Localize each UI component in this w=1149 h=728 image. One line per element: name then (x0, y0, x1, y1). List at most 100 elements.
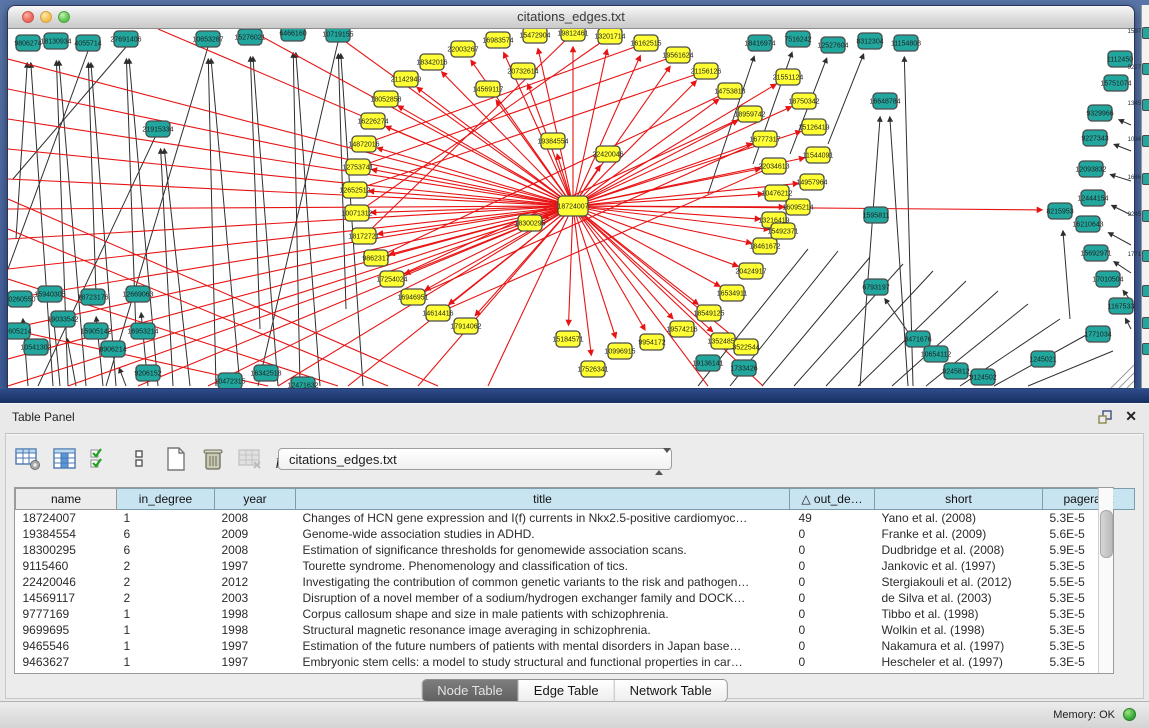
network-edge[interactable] (8, 206, 573, 329)
network-edge[interactable] (828, 54, 864, 144)
close-panel-icon[interactable]: ✕ (1125, 408, 1137, 424)
window-resize-grip[interactable] (1111, 365, 1134, 388)
network-node[interactable] (1142, 210, 1149, 222)
table-row[interactable]: 1456911722003Disruption of a novel membe… (16, 590, 1135, 606)
cell-pagerank[interactable]: 5.9E-5 (1043, 542, 1135, 558)
network-edge[interactable] (1063, 231, 1070, 319)
cell-year[interactable]: 2012 (215, 574, 296, 590)
column-header-in_degree[interactable]: in_degree (117, 489, 215, 510)
cell-title[interactable]: Estimation of significance thresholds fo… (296, 542, 790, 558)
cell-name[interactable]: 18724007 (16, 510, 117, 527)
cell-short[interactable]: Franke et al. (2009) (875, 526, 1043, 542)
cell-name[interactable]: 9465546 (16, 638, 117, 654)
select-all-columns-icon[interactable] (88, 446, 116, 472)
cell-year[interactable]: 2008 (215, 510, 296, 527)
network-node[interactable] (1142, 285, 1149, 297)
cell-pagerank[interactable]: 5.3E-5 (1043, 510, 1135, 527)
network-edge[interactable] (208, 59, 216, 386)
network-edge[interactable] (211, 59, 240, 386)
cell-out_degree[interactable]: 0 (790, 574, 875, 590)
cell-short[interactable]: de Silva et al. (2003) (875, 590, 1043, 606)
column-header-title[interactable]: title (296, 489, 790, 510)
network-edge[interactable] (67, 339, 76, 386)
cell-short[interactable]: Hescheler et al. (1997) (875, 654, 1043, 670)
scrollbar-thumb[interactable] (1100, 510, 1113, 558)
cell-in_degree[interactable]: 2 (117, 558, 215, 574)
cell-title[interactable]: Estimation of the future numbers of pati… (296, 638, 790, 654)
network-graph[interactable]: 1805285816226274148720161275374112652512… (8, 29, 1134, 388)
network-edge[interactable] (573, 206, 645, 330)
tab-edge-table[interactable]: Edge Table (519, 680, 615, 701)
network-edge[interactable] (296, 53, 320, 386)
cell-title[interactable]: Structural magnetic resonance image aver… (296, 622, 790, 638)
cell-year[interactable]: 1997 (215, 558, 296, 574)
cell-year[interactable]: 1997 (215, 638, 296, 654)
show-column-icon[interactable] (51, 446, 79, 472)
cell-year[interactable]: 1998 (215, 606, 296, 622)
network-edge[interactable] (31, 63, 53, 386)
table-row[interactable]: 977716911998Corpus callosum shape and si… (16, 606, 1135, 622)
delete-table-icon[interactable] (236, 446, 264, 472)
cell-in_degree[interactable]: 1 (117, 606, 215, 622)
network-canvas[interactable]: 1805285816226274148720161275374112652512… (8, 29, 1134, 388)
network-edge[interactable] (338, 54, 346, 309)
cell-in_degree[interactable]: 6 (117, 542, 215, 558)
network-edge[interactable] (377, 148, 573, 206)
network-node[interactable] (1142, 173, 1149, 185)
table-row[interactable]: 2242004622012Investigating the contribut… (16, 574, 1135, 590)
network-node[interactable] (1142, 135, 1149, 147)
column-header-pagerank[interactable]: pagerank (1043, 489, 1135, 510)
cell-year[interactable]: 2009 (215, 526, 296, 542)
network-node[interactable] (1142, 63, 1149, 75)
cell-pagerank[interactable]: 5.3E-5 (1043, 606, 1135, 622)
network-edge[interactable] (390, 206, 573, 254)
cell-in_degree[interactable]: 1 (117, 510, 215, 527)
cell-year[interactable]: 2003 (215, 590, 296, 606)
cell-year[interactable]: 1998 (215, 622, 296, 638)
cell-name[interactable]: 18300295 (16, 542, 117, 558)
cell-pagerank[interactable]: 5.3E-5 (1043, 558, 1135, 574)
cell-short[interactable]: Dudbridge et al. (2008) (875, 542, 1043, 558)
cell-pagerank[interactable]: 5.6E-5 (1043, 526, 1135, 542)
cell-pagerank[interactable]: 5.3E-5 (1043, 622, 1135, 638)
network-node[interactable] (1142, 317, 1149, 329)
table-row[interactable]: 1938455462009Genome-wide association stu… (16, 526, 1135, 542)
network-edge[interactable] (573, 56, 640, 206)
cell-out_degree[interactable]: 0 (790, 654, 875, 670)
network-edge[interactable] (8, 206, 573, 299)
network-edge[interactable] (1114, 144, 1131, 151)
cell-pagerank[interactable]: 5.5E-5 (1043, 574, 1135, 590)
cell-name[interactable]: 19384554 (16, 526, 117, 542)
cell-out_degree[interactable]: 0 (790, 558, 875, 574)
network-edge[interactable] (1126, 319, 1131, 329)
network-node[interactable] (1142, 250, 1149, 262)
column-header-short[interactable]: short (875, 489, 1043, 510)
cell-short[interactable]: Jankovic et al. (1997) (875, 558, 1043, 574)
network-edge[interactable] (573, 206, 673, 319)
cell-name[interactable]: 22420046 (16, 574, 117, 590)
network-edge[interactable] (1119, 120, 1131, 125)
network-node[interactable] (1142, 27, 1149, 39)
cell-name[interactable]: 9115460 (16, 558, 117, 574)
network-edge[interactable] (248, 29, 573, 206)
network-edge[interactable] (1109, 233, 1131, 245)
cell-title[interactable]: Corpus callosum shape and size in male p… (296, 606, 790, 622)
network-edge[interactable] (573, 206, 738, 266)
float-panel-icon[interactable] (1097, 409, 1113, 425)
cell-title[interactable]: Tourette syndrome. Phenomenology and cla… (296, 558, 790, 574)
cell-pagerank[interactable]: 5.3E-5 (1043, 590, 1135, 606)
cell-in_degree[interactable]: 2 (117, 574, 215, 590)
network-edge[interactable] (8, 206, 573, 269)
cell-title[interactable]: Investigating the contribution of common… (296, 574, 790, 590)
tab-node-table[interactable]: Node Table (422, 680, 519, 701)
column-header-out_degree[interactable]: △ out_de… (790, 489, 875, 510)
table-vertical-scrollbar[interactable] (1098, 488, 1113, 673)
table-mode-icon[interactable] (14, 446, 42, 472)
cell-title[interactable]: Embryonic stem cells: a model to study s… (296, 654, 790, 670)
network-edge[interactable] (258, 42, 338, 386)
network-edge[interactable] (250, 57, 260, 329)
cell-in_degree[interactable]: 1 (117, 654, 215, 670)
column-header-name[interactable]: name (16, 489, 117, 510)
table-row[interactable]: 1830029562008Estimation of significance … (16, 542, 1135, 558)
network-edge[interactable] (364, 43, 646, 144)
